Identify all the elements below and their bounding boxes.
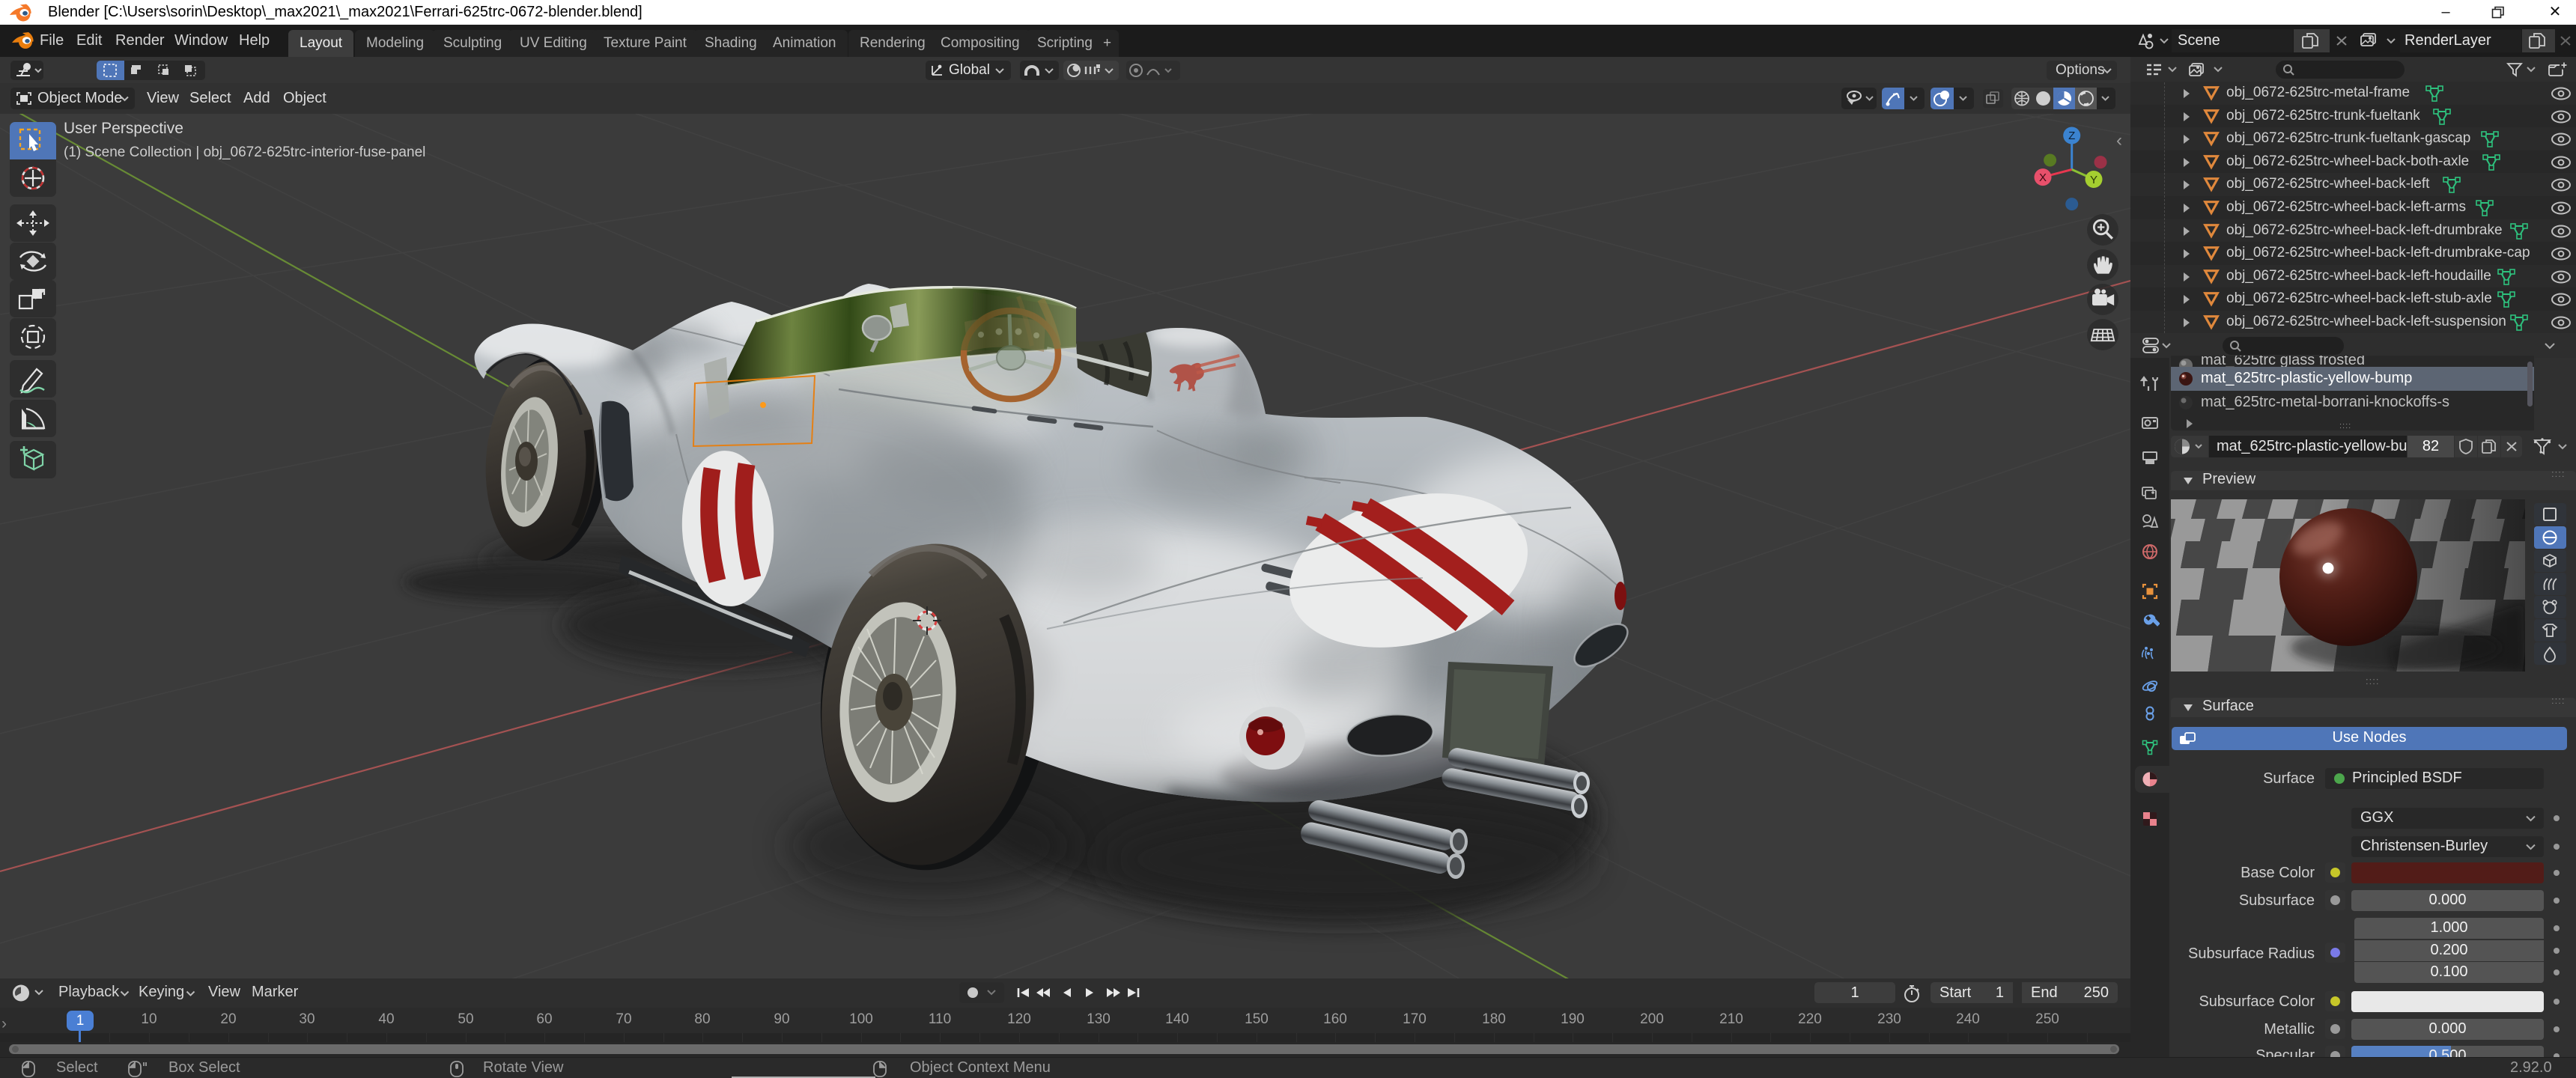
svg-text:Y: Y (2090, 174, 2097, 186)
svg-text:X: X (2039, 171, 2047, 184)
svg-text:Z: Z (2068, 130, 2075, 142)
